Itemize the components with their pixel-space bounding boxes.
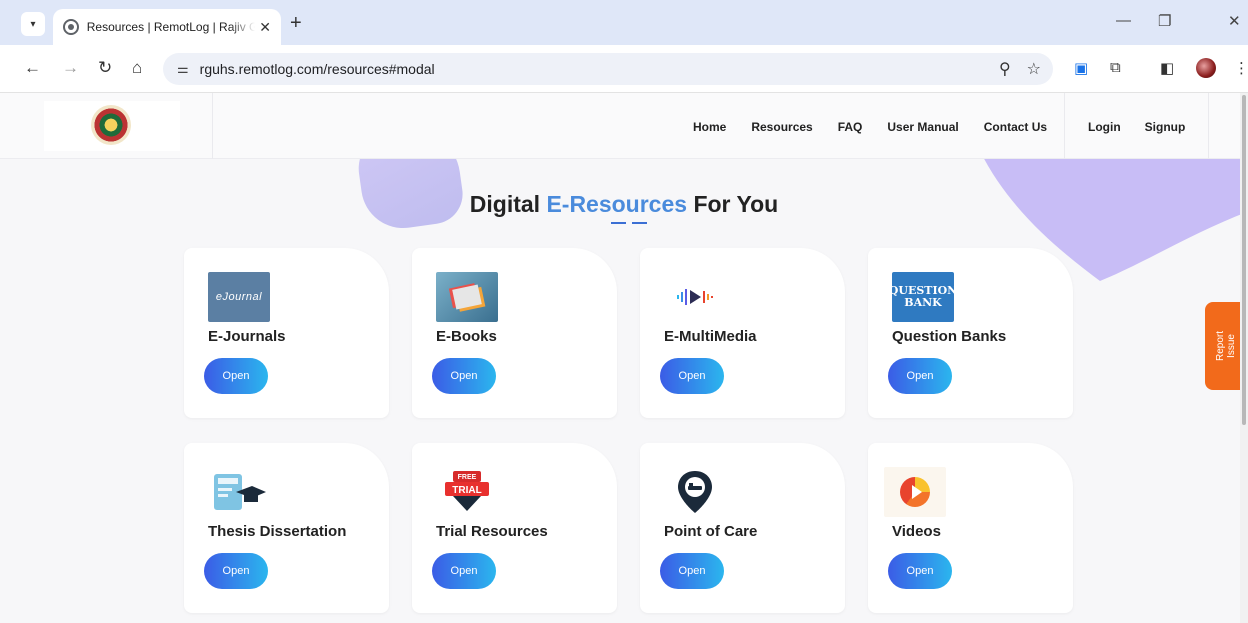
auth-nav: Login Signup — [1088, 120, 1185, 134]
open-button[interactable]: Open — [660, 553, 724, 589]
menu-icon[interactable]: ⋮ — [1234, 59, 1248, 77]
reload-icon[interactable]: ↻ — [98, 58, 112, 78]
point-of-care-icon — [664, 467, 726, 517]
card-label: Question Banks — [892, 328, 1007, 345]
header-divider — [212, 93, 213, 159]
forward-icon[interactable]: → — [62, 58, 79, 78]
nav-home[interactable]: Home — [693, 120, 726, 134]
open-button[interactable]: Open — [660, 358, 724, 394]
thumb-text: eJournal — [215, 291, 263, 303]
question-bank-icon: QUESTION BANK — [892, 272, 954, 322]
title-underline — [611, 222, 647, 224]
title-accent: E-Resources — [546, 191, 688, 217]
card-label: E-MultiMedia — [664, 328, 757, 345]
bookmark-star-icon[interactable]: ☆ — [1027, 59, 1041, 79]
new-tab-button[interactable]: + — [290, 12, 302, 35]
home-icon[interactable]: ⌂ — [132, 58, 142, 78]
card-label: Videos — [892, 523, 941, 540]
profile-avatar[interactable] — [1196, 58, 1216, 78]
resource-card-videos: Videos Open — [868, 443, 1073, 613]
url-text[interactable]: rguhs.remotlog.com/resources#modal — [200, 61, 435, 77]
extensions-icon[interactable]: ⧉ — [1110, 59, 1121, 76]
report-text: Report — [1215, 330, 1227, 362]
open-button[interactable]: Open — [204, 358, 268, 394]
title-text: For You — [687, 191, 779, 217]
minimize-button[interactable]: — — [1116, 12, 1131, 29]
browser-toolbar: ← → ↻ ⌂ ⚌ rguhs.remotlog.com/resources#m… — [0, 45, 1248, 93]
university-logo — [91, 105, 131, 145]
multimedia-icon — [664, 272, 726, 322]
header-divider — [1208, 93, 1209, 159]
open-button[interactable]: Open — [432, 553, 496, 589]
resource-card-ejournals: eJournal E-Journals Open — [184, 248, 389, 418]
card-label: E-Books — [436, 328, 497, 345]
site-header: Home Resources FAQ User Manual Contact U… — [0, 93, 1240, 159]
open-button[interactable]: Open — [888, 553, 952, 589]
thesis-icon — [208, 467, 270, 517]
open-button[interactable]: Open — [432, 358, 496, 394]
card-label: Point of Care — [664, 523, 758, 540]
ebooks-icon — [436, 272, 498, 322]
zoom-icon[interactable]: ⚲ — [999, 59, 1011, 79]
restore-button[interactable]: ❐ — [1158, 12, 1171, 30]
side-panel-icon[interactable]: ◧ — [1160, 59, 1174, 77]
resource-card-emultimedia: E-MultiMedia Open — [640, 248, 845, 418]
page-viewport: Home Resources FAQ User Manual Contact U… — [0, 93, 1248, 623]
card-label: Thesis Dissertation — [208, 523, 347, 540]
free-trial-icon: FREE TRIAL — [436, 467, 498, 517]
card-label: E-Journals — [208, 328, 286, 345]
nav-contact-us[interactable]: Contact Us — [984, 120, 1047, 134]
resource-card-point-of-care: Point of Care Open — [640, 443, 845, 613]
title-text: Digital — [469, 191, 547, 217]
resource-card-thesis: Thesis Dissertation Open — [184, 443, 389, 613]
card-label: Trial Resources — [436, 523, 548, 540]
open-button[interactable]: Open — [888, 358, 952, 394]
nav-faq[interactable]: FAQ — [838, 120, 863, 134]
main-nav: Home Resources FAQ User Manual Contact U… — [693, 120, 1047, 134]
tab-search-button[interactable]: ▾ — [21, 12, 45, 36]
globe-icon — [63, 19, 79, 35]
scrollbar-thumb[interactable] — [1242, 95, 1246, 425]
nav-resources[interactable]: Resources — [751, 120, 812, 134]
tab-title: Resources | RemotLog | Rajiv Gandhi — [86, 20, 256, 34]
badge-text: FREE — [458, 474, 477, 481]
tab-close-icon[interactable]: ✕ — [259, 19, 271, 36]
section-title: Digital E-Resources For You — [0, 191, 1248, 218]
back-icon[interactable]: ← — [24, 58, 41, 78]
resource-card-question-banks: QUESTION BANK Question Banks Open — [868, 248, 1073, 418]
thumb-text: QUESTION BANK — [892, 284, 954, 309]
nav-user-manual[interactable]: User Manual — [887, 120, 958, 134]
page-scrollbar[interactable] — [1240, 93, 1248, 623]
login-link[interactable]: Login — [1088, 120, 1121, 134]
window-close-button[interactable]: ✕ — [1228, 12, 1241, 30]
browser-tab[interactable]: Resources | RemotLog | Rajiv Gandhi ✕ — [53, 9, 281, 45]
badge-text: TRIAL — [452, 485, 481, 496]
videos-icon — [884, 467, 946, 517]
site-info-icon[interactable]: ⚌ — [177, 61, 189, 77]
browser-tab-strip: ▾ Resources | RemotLog | Rajiv Gandhi ✕ … — [0, 0, 1248, 45]
signup-link[interactable]: Signup — [1145, 120, 1186, 134]
header-divider — [1064, 93, 1065, 159]
address-bar[interactable]: ⚌ rguhs.remotlog.com/resources#modal ⚲ ☆ — [163, 53, 1053, 85]
ejournal-icon: eJournal — [208, 272, 270, 322]
open-button[interactable]: Open — [204, 553, 268, 589]
report-text: Issue — [1226, 334, 1238, 358]
screen-capture-icon[interactable]: ▣ — [1074, 59, 1088, 77]
logo-container[interactable] — [44, 101, 180, 151]
resource-card-trial: FREE TRIAL Trial Resources Open — [412, 443, 617, 613]
resource-card-ebooks: E-Books Open — [412, 248, 617, 418]
